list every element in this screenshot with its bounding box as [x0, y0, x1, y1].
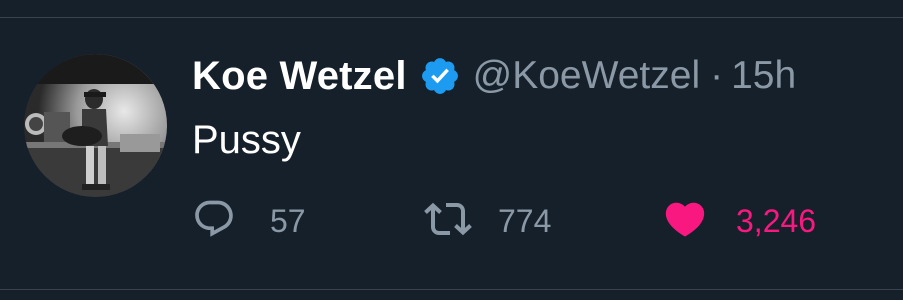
- like-button[interactable]: 3,246: [662, 196, 816, 246]
- avatar[interactable]: [24, 54, 167, 197]
- tweet-header: Koe Wetzel @KoeWetzel · 15h: [192, 50, 796, 102]
- timestamp[interactable]: 15h: [731, 54, 796, 98]
- divider: [0, 17, 903, 18]
- tweet-text: Pussy: [192, 118, 301, 162]
- verified-badge-icon: [419, 55, 461, 97]
- reply-button[interactable]: 57: [192, 196, 306, 246]
- author-handle[interactable]: @KoeWetzel: [473, 54, 700, 98]
- reply-icon: [192, 197, 236, 246]
- retweet-icon: [424, 195, 472, 248]
- tweet-actions: 57 774 3,246: [192, 196, 892, 246]
- separator-dot: ·: [710, 54, 724, 97]
- like-count: 3,246: [736, 202, 817, 239]
- reply-count: 57: [270, 202, 306, 239]
- tweet-card[interactable]: Koe Wetzel @KoeWetzel · 15h Pussy 57 774…: [0, 0, 903, 300]
- heart-icon: [662, 196, 708, 247]
- retweet-button[interactable]: 774: [424, 196, 551, 246]
- retweet-count: 774: [498, 202, 552, 239]
- divider: [0, 289, 903, 290]
- author-name[interactable]: Koe Wetzel: [192, 54, 407, 99]
